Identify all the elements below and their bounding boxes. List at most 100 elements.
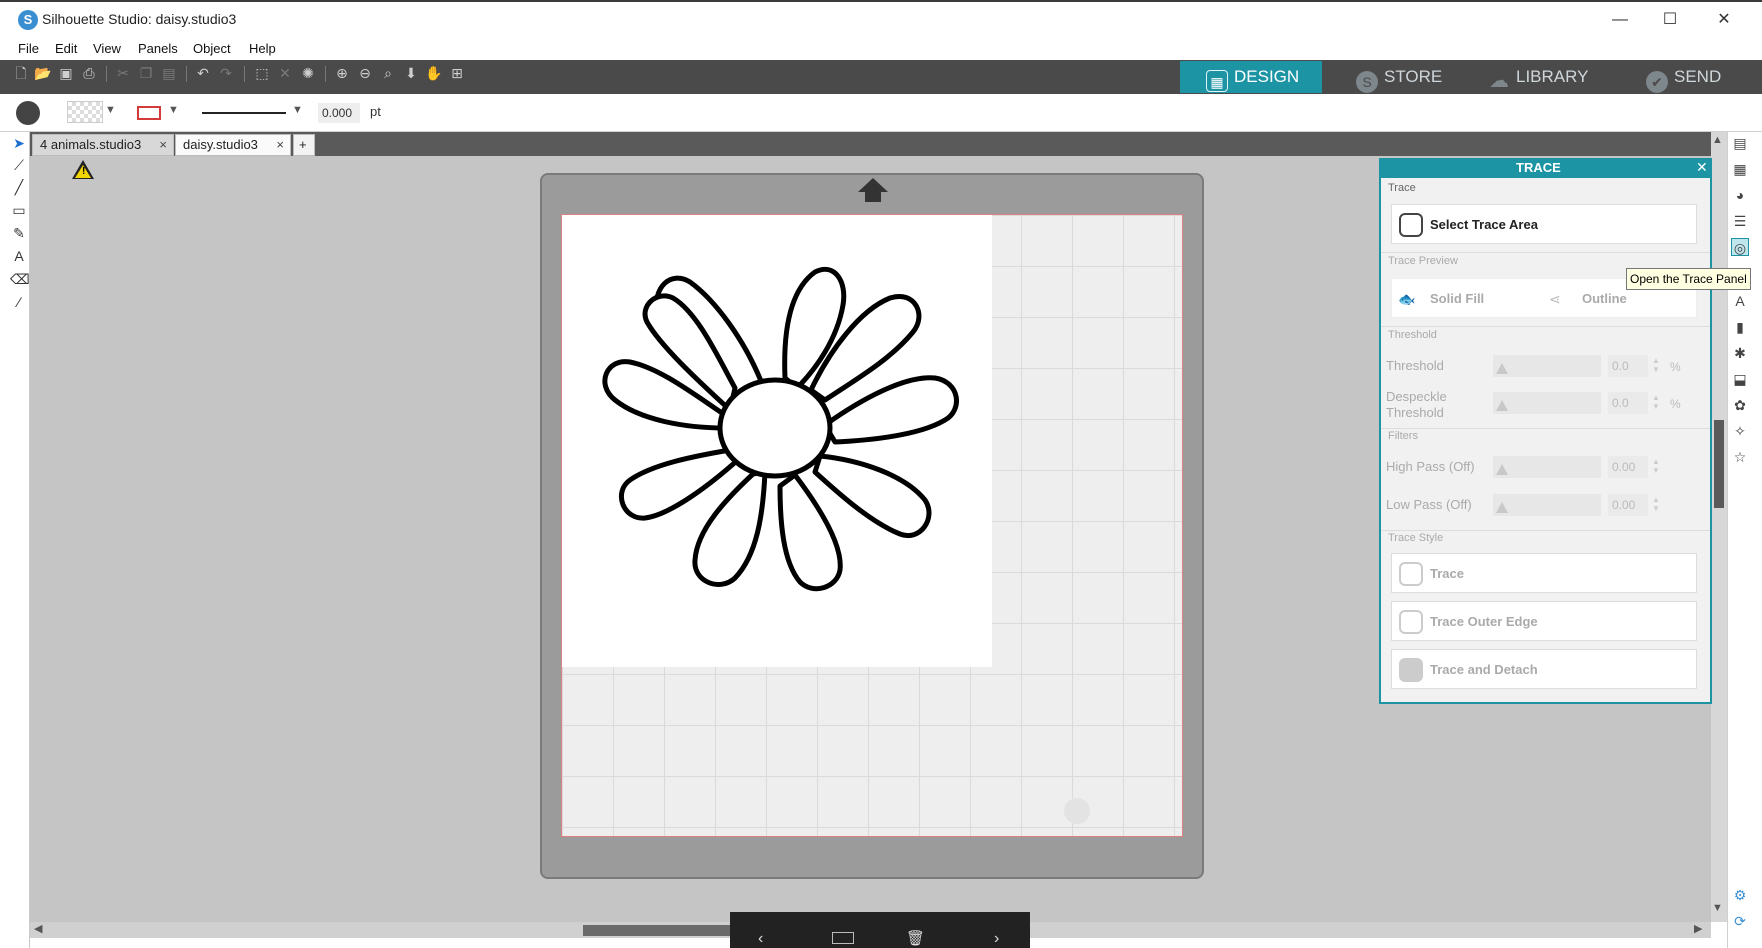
low-pass-slider[interactable] xyxy=(1493,494,1601,516)
low-pass-input[interactable]: 0.00 xyxy=(1608,494,1648,516)
threshold-slider[interactable] xyxy=(1493,355,1601,377)
print-icon[interactable]: ⎙ xyxy=(80,64,98,82)
menu-panels[interactable]: Panels xyxy=(138,41,178,56)
despeckle-spinner-icon[interactable]: ▲ ▼ xyxy=(1652,393,1660,411)
palette-icon[interactable] xyxy=(16,101,40,125)
trace-outer-edge-button[interactable]: Trace Outer Edge xyxy=(1391,601,1697,641)
line-style-dropdown-arrow-icon[interactable]: ▼ xyxy=(292,104,303,116)
settings-gear-icon[interactable]: ⚙ xyxy=(1731,886,1749,904)
high-pass-slider[interactable] xyxy=(1493,456,1601,478)
cut-icon[interactable]: ✂ xyxy=(114,64,132,82)
paste-icon[interactable]: ▤ xyxy=(160,64,178,82)
despeckle-input[interactable]: 0.0 xyxy=(1608,392,1648,414)
scroll-up-arrow-icon[interactable]: ▲ xyxy=(1712,134,1723,146)
text-tool-icon[interactable]: A xyxy=(10,247,28,265)
align-panel-icon[interactable]: ▮ xyxy=(1731,318,1749,336)
select-trace-area-button[interactable]: Select Trace Area xyxy=(1391,204,1697,244)
menu-edit[interactable]: Edit xyxy=(55,41,77,56)
tab-library[interactable]: ☁ LIBRARY xyxy=(1464,61,1606,93)
fill-color-swatch[interactable] xyxy=(67,101,103,123)
eraser-tool-icon[interactable]: ⌫ xyxy=(10,270,30,288)
line-style-panel-icon[interactable]: ☰ xyxy=(1731,212,1749,230)
close-tab-icon[interactable]: × xyxy=(276,135,284,155)
vertical-scrollbar[interactable] xyxy=(1711,132,1727,922)
maximize-button[interactable]: ☐ xyxy=(1652,6,1688,34)
fish-outline-icon[interactable]: ⋖ xyxy=(1549,291,1561,308)
transform-panel-icon[interactable]: ⬓ xyxy=(1731,370,1749,388)
favorites-star-icon[interactable]: ☆ xyxy=(1731,448,1749,466)
drag-down-icon[interactable]: ⬇ xyxy=(402,64,420,82)
new-document-icon[interactable]: 🗋 xyxy=(12,64,30,82)
doc-tab-4-animals[interactable]: 4 animals.studio3 × xyxy=(32,134,174,156)
line-weight-input[interactable]: 0.000 xyxy=(318,103,360,123)
page-icon[interactable] xyxy=(832,932,854,944)
vertical-scroll-thumb[interactable] xyxy=(1714,420,1724,508)
menu-file[interactable]: File xyxy=(18,41,39,56)
redo-icon[interactable]: ↷ xyxy=(217,64,235,82)
select-by-color-icon[interactable]: ✺ xyxy=(299,64,317,82)
minimize-button[interactable]: — xyxy=(1602,6,1638,34)
point-edit-tool-icon[interactable]: ⟋ xyxy=(10,156,28,174)
menu-view[interactable]: View xyxy=(93,41,121,56)
daisy-flower-image[interactable] xyxy=(575,260,975,600)
despeckle-slider[interactable] xyxy=(1493,392,1601,414)
line-style-preview[interactable] xyxy=(202,112,286,114)
close-panel-icon[interactable]: ✕ xyxy=(1696,159,1708,176)
line-color-dropdown-arrow-icon[interactable]: ▼ xyxy=(168,104,179,116)
pan-hand-icon[interactable]: ✋ xyxy=(425,64,443,82)
refresh-icon[interactable]: ⟳ xyxy=(1731,912,1749,930)
delete-trash-icon[interactable]: 🗑 xyxy=(906,929,925,947)
slider-thumb[interactable] xyxy=(1496,363,1508,374)
pencil-tool-icon[interactable]: ✎ xyxy=(10,224,28,242)
slider-thumb[interactable] xyxy=(1496,502,1508,513)
zoom-out-icon[interactable]: ⊖ xyxy=(356,64,374,82)
close-tab-icon[interactable]: × xyxy=(159,135,167,155)
fish-solid-icon[interactable]: 🐟 xyxy=(1398,291,1415,308)
threshold-input[interactable]: 0.0 xyxy=(1608,355,1648,377)
scroll-down-arrow-icon[interactable]: ▼ xyxy=(1712,902,1723,914)
copy-icon[interactable]: ❐ xyxy=(137,64,155,82)
scroll-right-arrow-icon[interactable]: ▶ xyxy=(1694,922,1702,935)
next-arrow-icon[interactable]: › xyxy=(994,930,999,948)
outline-option[interactable]: Outline xyxy=(1582,291,1627,306)
trace-panel-icon[interactable]: ◎ xyxy=(1731,238,1749,256)
close-button[interactable]: ✕ xyxy=(1706,6,1742,34)
zoom-in-icon[interactable]: ⊕ xyxy=(333,64,351,82)
scroll-left-arrow-icon[interactable]: ◀ xyxy=(34,922,42,935)
menu-object[interactable]: Object xyxy=(193,41,231,56)
knife-tool-icon[interactable]: ∕ xyxy=(10,293,28,311)
replicate-panel-icon[interactable]: ✱ xyxy=(1731,344,1749,362)
zoom-select-icon[interactable]: ⌕ xyxy=(379,64,397,82)
fill-panel-icon[interactable]: ◕ xyxy=(1731,186,1749,204)
slider-thumb[interactable] xyxy=(1496,400,1508,411)
line-color-swatch[interactable] xyxy=(137,106,161,120)
open-folder-icon[interactable]: 📂 xyxy=(34,64,52,82)
page-setup-icon[interactable]: ▤ xyxy=(1731,134,1749,152)
undo-icon[interactable]: ↶ xyxy=(194,64,212,82)
select-all-icon[interactable]: ⬚ xyxy=(253,64,271,82)
trace-and-detach-button[interactable]: Trace and Detach xyxy=(1391,649,1697,689)
doc-tab-daisy[interactable]: daisy.studio3 × xyxy=(175,134,291,156)
high-pass-spinner-icon[interactable]: ▲ ▼ xyxy=(1652,457,1660,475)
rectangle-tool-icon[interactable]: ▭ xyxy=(10,201,28,219)
solid-fill-option[interactable]: Solid Fill xyxy=(1430,291,1484,306)
deselect-icon[interactable]: ✕ xyxy=(276,64,294,82)
menu-help[interactable]: Help xyxy=(249,41,276,56)
threshold-spinner-icon[interactable]: ▲ ▼ xyxy=(1652,356,1660,374)
slider-thumb[interactable] xyxy=(1496,464,1508,475)
fit-to-page-icon[interactable]: ⊞ xyxy=(448,64,466,82)
text-style-panel-icon[interactable]: A xyxy=(1731,292,1749,310)
modify-panel-icon[interactable]: ✿ xyxy=(1731,396,1749,414)
low-pass-spinner-icon[interactable]: ▲ ▼ xyxy=(1652,495,1660,513)
fill-dropdown-arrow-icon[interactable]: ▼ xyxy=(105,104,116,116)
previous-arrow-icon[interactable]: ‹ xyxy=(758,930,763,948)
add-tab-button[interactable]: + xyxy=(293,134,315,156)
tab-design[interactable]: ▦ DESIGN xyxy=(1180,61,1322,93)
trace-button[interactable]: Trace xyxy=(1391,553,1697,593)
tab-store[interactable]: S STORE xyxy=(1322,61,1464,93)
high-pass-input[interactable]: 0.00 xyxy=(1608,456,1648,478)
image-panel-icon[interactable]: ▦ xyxy=(1731,160,1749,178)
offset-panel-icon[interactable]: ✧ xyxy=(1731,422,1749,440)
select-tool-icon[interactable]: ➤ xyxy=(10,134,28,152)
line-tool-icon[interactable]: ╱ xyxy=(10,178,28,196)
